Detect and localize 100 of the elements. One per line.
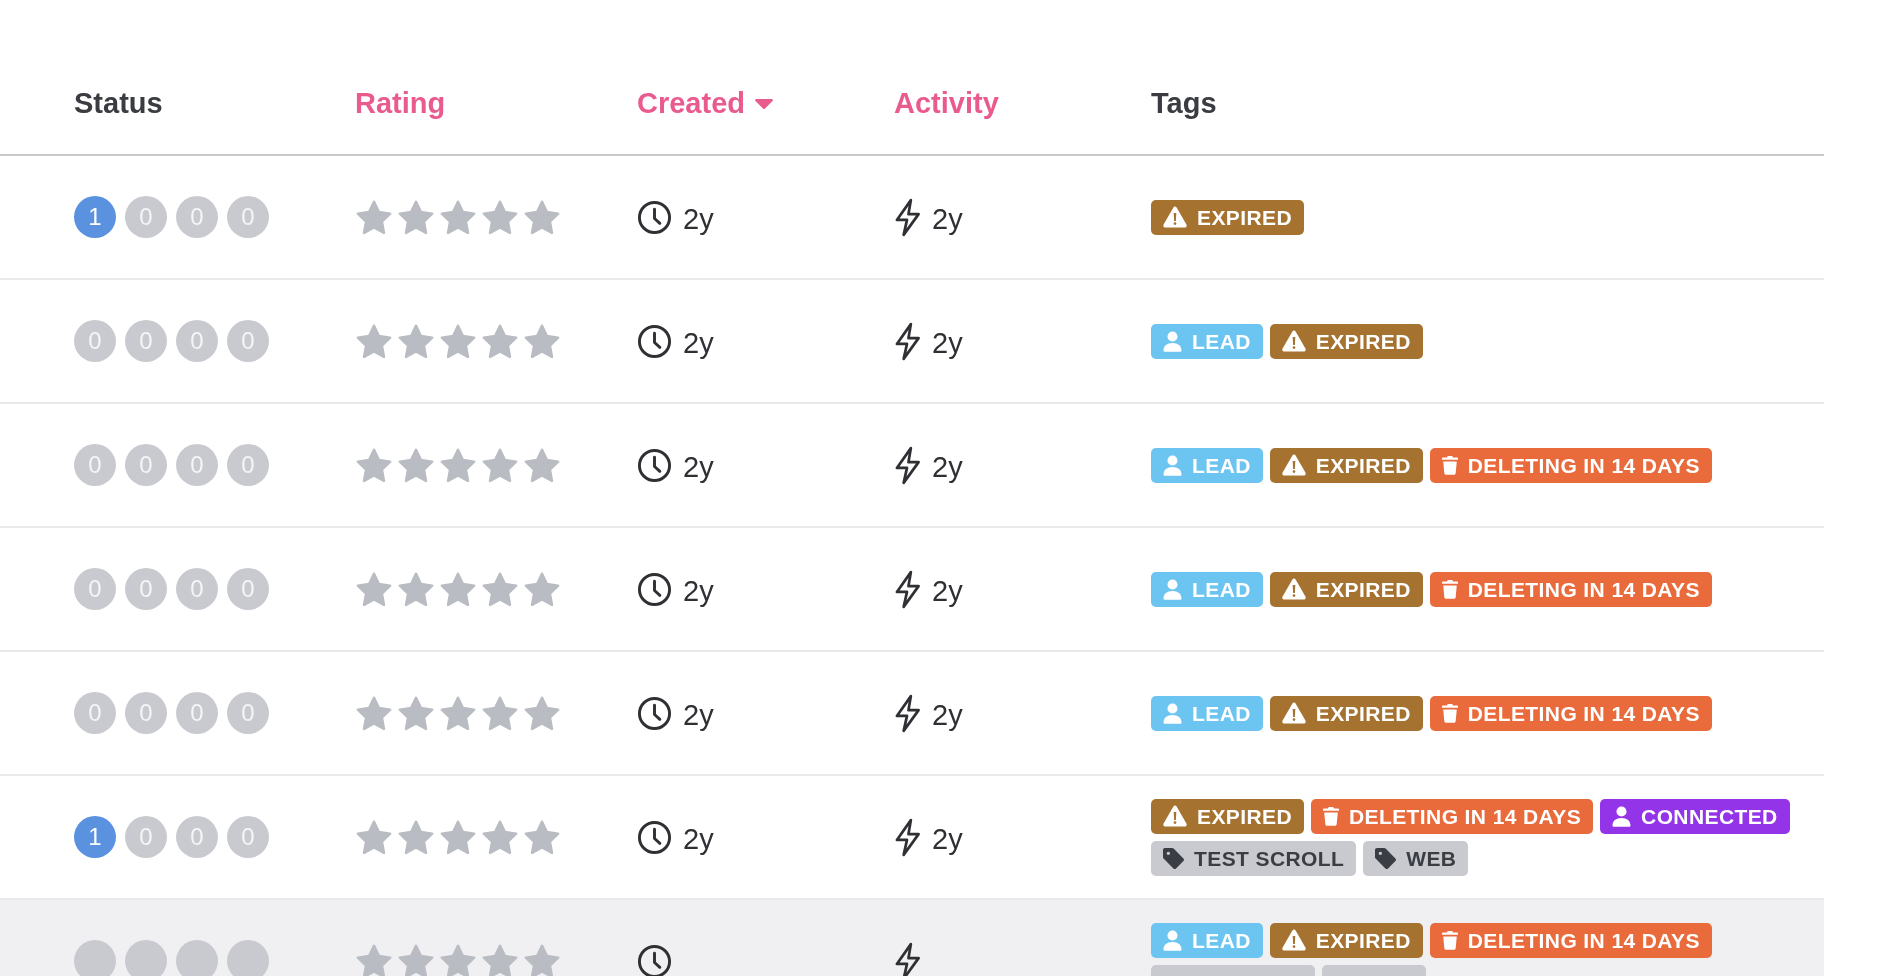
star-icon [481,198,519,236]
user-icon [1612,805,1632,827]
star-icon [355,942,393,976]
star-icon [481,942,519,976]
tag-label: WEB [1406,845,1457,871]
trash-icon [1323,806,1339,826]
star-icon [397,694,435,732]
star-icon [523,818,561,856]
warning-icon [1163,805,1187,827]
star-icon [481,570,519,608]
star-icon [397,818,435,856]
warning-icon [1163,206,1187,228]
clock-icon [637,695,672,731]
star-icon [439,942,477,976]
star-icon [523,570,561,608]
activity-time: 2y [932,698,963,733]
warning-icon [1281,578,1306,600]
star-icon [523,198,561,236]
tag-label: EXPIRED [1197,803,1292,829]
activity-time: 2y [932,202,963,237]
user-icon [1163,330,1182,352]
bolt-icon [894,321,921,361]
star-icon [439,694,477,732]
tag-label: EXPIRED [1315,576,1411,602]
star-icon [481,694,519,732]
star-icon [355,694,393,732]
trash-icon [1441,455,1458,475]
bolt-icon [894,569,921,609]
star-icon [355,570,393,608]
bolt-icon [894,445,921,485]
user-icon [1163,929,1182,951]
bolt-icon [894,817,921,857]
column-header: Tags [1151,87,1217,119]
trash-icon [1441,579,1458,599]
star-icon [439,446,477,484]
activity-time: 2y [932,326,963,361]
user-icon [1163,702,1182,724]
user-icon [1163,578,1182,600]
tag-label: LEAD [1192,700,1251,726]
star-icon [397,446,435,484]
warning-icon [1281,454,1306,476]
star-icon [397,198,435,236]
count-badge: 1 [74,816,116,858]
star-icon [439,818,477,856]
caret-icon [755,99,773,109]
created-time: 2y [683,574,714,609]
created-time: 2y [683,822,714,857]
clock-icon [637,447,672,483]
star-icon [523,322,561,360]
user-icon [1163,454,1182,476]
trash-icon [1441,703,1458,723]
trash-icon [1441,930,1458,950]
tag-label: LEAD [1192,927,1251,953]
tag-label: EXPIRED [1197,204,1292,230]
clock-icon [637,571,672,607]
bolt-icon [894,941,921,976]
star-icon [397,942,435,976]
clock-icon [637,323,672,359]
tag-label: DELETING IN 14 DAYS [1467,700,1700,726]
clock-icon [637,819,672,855]
tag-label: LEAD [1192,452,1251,478]
star-icon [481,818,519,856]
clock-icon [637,199,672,235]
tag-label: LEAD [1192,328,1251,354]
star-icon [355,198,393,236]
star-icon [397,570,435,608]
warning-icon [1281,702,1306,724]
tag-label: TEST SCROLL [1194,845,1345,871]
star-icon [439,198,477,236]
created-time: 2y [683,326,714,361]
star-icon [523,446,561,484]
star-icon [523,942,561,976]
star-icon [439,570,477,608]
tag-label: LEAD [1192,576,1251,602]
bolt-icon [894,197,921,237]
table-row[interactable]: LEAD EXPIRED DELETING IN 14 DAYS [0,900,1824,976]
warning-icon [1281,330,1306,352]
tag-label: EXPIRED [1315,328,1411,354]
star-icon [481,322,519,360]
activity-time: 2y [932,574,963,609]
tag-label: EXPIRED [1315,700,1411,726]
tag-icon [1163,847,1184,869]
count-badge: 1 [74,196,116,238]
warning-icon [1281,929,1306,951]
tag-label: CONNECTED [1641,803,1778,829]
star-icon [355,322,393,360]
column-header: Status [74,87,163,119]
tag-label: DELETING IN 14 DAYS [1349,803,1582,829]
tag-label: DELETING IN 14 DAYS [1467,452,1700,478]
bolt-icon [894,693,921,733]
tag-label: DELETING IN 14 DAYS [1467,927,1700,953]
tag-label: DELETING IN 14 DAYS [1467,576,1700,602]
created-time: 2y [683,698,714,733]
tag-icon [1375,847,1397,869]
tag-label: EXPIRED [1315,927,1411,953]
activity-time: 2y [932,450,963,485]
clock-icon [637,943,672,976]
tag-label: EXPIRED [1315,452,1411,478]
created-time: 2y [683,202,714,237]
star-icon [355,818,393,856]
